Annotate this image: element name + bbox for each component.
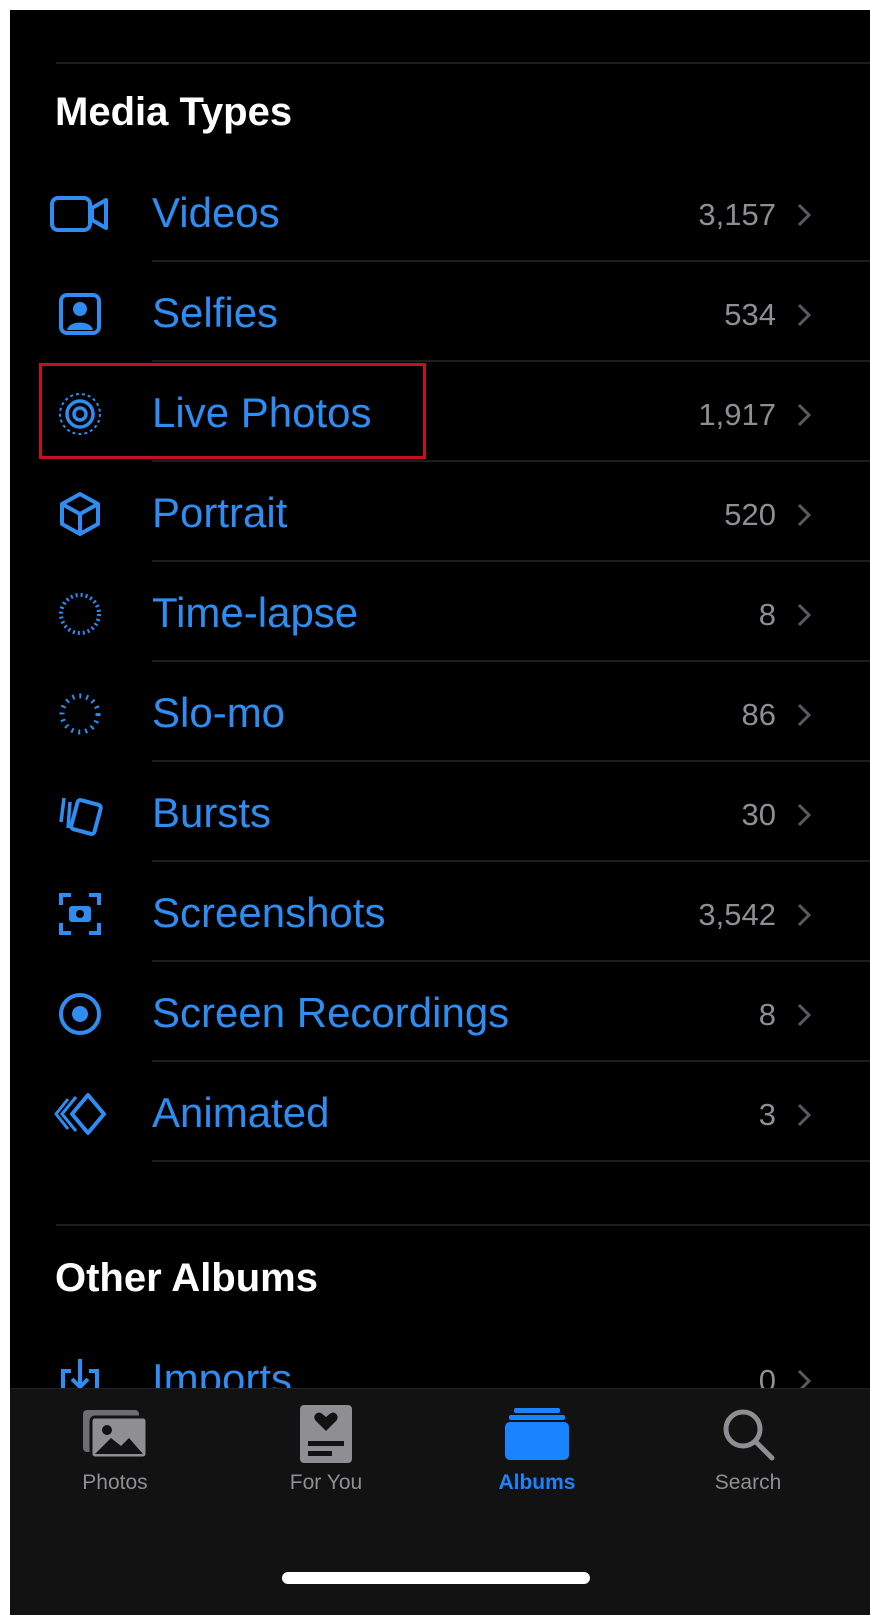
media-row-label: Slo-mo bbox=[152, 689, 286, 736]
media-row-count: 1,917 bbox=[698, 397, 776, 432]
animated-icon bbox=[50, 1088, 110, 1140]
media-row-label: Animated bbox=[152, 1089, 330, 1136]
media-row-portrait[interactable]: Portrait 520 bbox=[10, 462, 870, 562]
chevron-right-icon bbox=[794, 600, 814, 630]
chevron-right-icon bbox=[794, 1100, 814, 1130]
live-photo-icon bbox=[50, 388, 110, 440]
tab-label: Albums bbox=[498, 1471, 576, 1494]
media-row-label: Videos bbox=[152, 189, 280, 236]
chevron-right-icon bbox=[794, 500, 814, 530]
media-row-count: 86 bbox=[741, 697, 776, 732]
media-row-selfies[interactable]: Selfies 534 bbox=[10, 262, 870, 362]
media-row-count: 8 bbox=[758, 597, 776, 632]
tab-label: Photos bbox=[82, 1471, 148, 1494]
media-row-animated[interactable]: Animated 3 bbox=[10, 1062, 870, 1162]
chevron-right-icon bbox=[794, 800, 814, 830]
photos-tab-icon bbox=[75, 1401, 155, 1467]
media-row-bursts[interactable]: Bursts 30 bbox=[10, 762, 870, 862]
tab-label: Search bbox=[714, 1471, 782, 1494]
divider bbox=[56, 62, 870, 64]
bursts-icon bbox=[50, 788, 110, 840]
chevron-right-icon bbox=[794, 200, 814, 230]
media-row-count: 30 bbox=[741, 797, 776, 832]
video-camera-icon bbox=[50, 188, 110, 240]
selfie-portrait-icon bbox=[50, 288, 110, 340]
media-row-screen-recordings[interactable]: Screen Recordings 8 bbox=[10, 962, 870, 1062]
tab-search[interactable]: Search bbox=[668, 1401, 828, 1511]
tab-photos[interactable]: Photos bbox=[35, 1401, 195, 1511]
chevron-right-icon bbox=[794, 300, 814, 330]
albums-tab-icon bbox=[497, 1401, 577, 1467]
media-row-label: Portrait bbox=[152, 489, 288, 536]
tab-albums[interactable]: Albums bbox=[457, 1401, 617, 1511]
other-albums-heading: Other Albums bbox=[55, 1256, 318, 1300]
media-row-label: Time-lapse bbox=[152, 589, 359, 636]
media-row-count: 534 bbox=[724, 297, 776, 332]
tab-label: For You bbox=[289, 1471, 363, 1494]
chevron-right-icon bbox=[794, 400, 814, 430]
tab-for-you[interactable]: For You bbox=[246, 1401, 406, 1511]
albums-screen: Media Types Videos 3,157 Selfies 534 Liv… bbox=[10, 10, 870, 1615]
media-row-label: Screen Recordings bbox=[152, 989, 510, 1036]
media-row-count: 8 bbox=[758, 997, 776, 1032]
media-row-count: 3,542 bbox=[698, 897, 776, 932]
timelapse-icon bbox=[50, 588, 110, 640]
home-indicator[interactable] bbox=[282, 1572, 590, 1584]
media-types-heading: Media Types bbox=[55, 90, 293, 134]
media-row-label: Bursts bbox=[152, 789, 272, 836]
media-row-time-lapse[interactable]: Time-lapse 8 bbox=[10, 562, 870, 662]
chevron-right-icon bbox=[794, 700, 814, 730]
media-row-count: 3 bbox=[758, 1097, 776, 1132]
slomo-icon bbox=[50, 688, 110, 740]
chevron-right-icon bbox=[794, 1000, 814, 1030]
media-row-screenshots[interactable]: Screenshots 3,542 bbox=[10, 862, 870, 962]
screen-recording-icon bbox=[50, 988, 110, 1040]
for-you-tab-icon bbox=[286, 1401, 366, 1467]
media-row-count: 3,157 bbox=[698, 197, 776, 232]
search-icon bbox=[708, 1401, 788, 1467]
cube-icon bbox=[50, 488, 110, 540]
row-separator bbox=[152, 1160, 870, 1162]
screenshot-icon bbox=[50, 888, 110, 940]
media-row-label: Screenshots bbox=[152, 889, 386, 936]
divider bbox=[56, 1224, 870, 1226]
media-row-label: Selfies bbox=[152, 289, 279, 336]
media-row-slo-mo[interactable]: Slo-mo 86 bbox=[10, 662, 870, 762]
chevron-right-icon bbox=[794, 900, 814, 930]
media-row-label: Live Photos bbox=[152, 389, 372, 436]
media-row-count: 520 bbox=[724, 497, 776, 532]
media-row-videos[interactable]: Videos 3,157 bbox=[10, 162, 870, 262]
media-row-live-photos[interactable]: Live Photos 1,917 bbox=[10, 362, 870, 462]
